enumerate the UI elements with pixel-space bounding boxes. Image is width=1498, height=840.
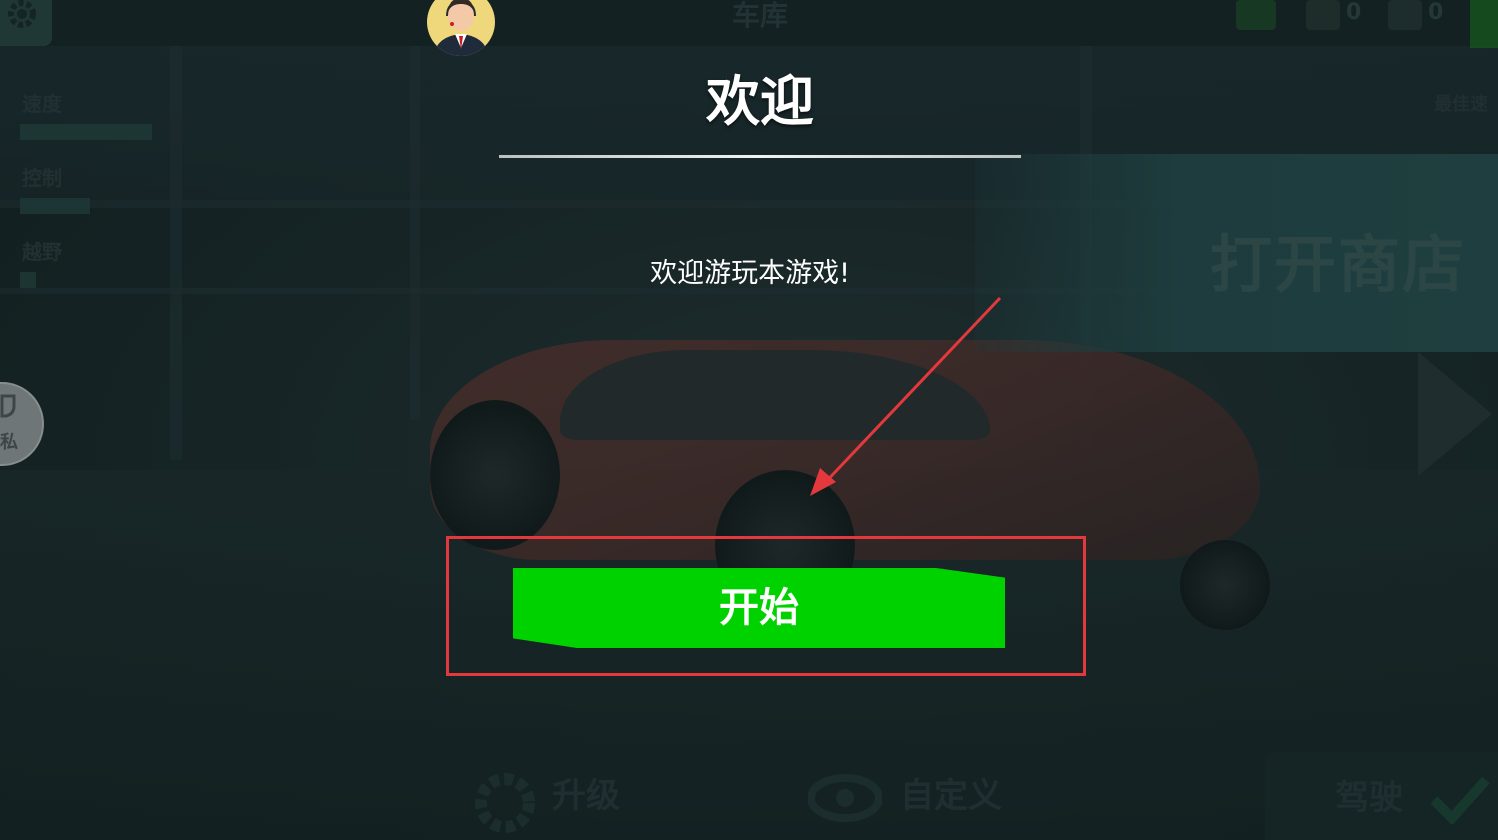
game-screen: 车库 0 0 速度 控制 越野 最佳速 打开商店 升级 自定义 驾驶 私 欢迎 … xyxy=(0,0,1498,840)
title-divider xyxy=(499,155,1021,158)
start-button[interactable]: 开始 xyxy=(513,568,1005,648)
annotation-arrow-icon xyxy=(810,296,1002,496)
dialog-title: 欢迎 xyxy=(706,70,814,133)
